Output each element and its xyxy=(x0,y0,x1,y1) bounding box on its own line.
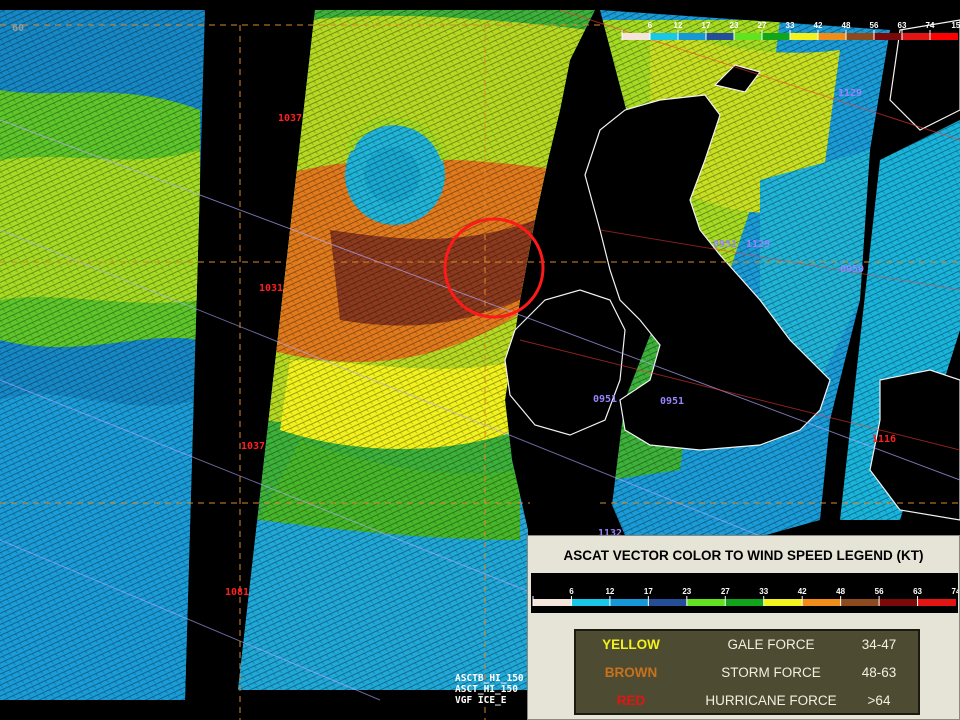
scale-color-segment xyxy=(902,33,930,40)
scale-color-segment xyxy=(846,33,874,40)
bottom-info-line: ASCTB_HI_150 xyxy=(455,673,524,684)
pressure-label-violet: 0951 xyxy=(713,239,737,250)
scale-tick-label: 23 xyxy=(682,587,691,596)
pressure-label-red: 1116 xyxy=(872,434,896,445)
pressure-label-violet: 0951 xyxy=(660,396,684,407)
scale-color-segment xyxy=(725,599,764,606)
scale-tick-label: 74 xyxy=(952,587,958,596)
scale-tick-label: 42 xyxy=(814,21,823,30)
pressure-label-red: 1037 xyxy=(278,113,302,124)
scale-color-segment xyxy=(648,599,687,606)
force-range: 34-47 xyxy=(861,637,897,652)
scale-tick-label: 56 xyxy=(870,21,879,30)
grid-corner-label: 60 xyxy=(12,23,24,34)
scale-tick-label: 27 xyxy=(721,587,730,596)
legend-title: ASCAT VECTOR COLOR TO WIND SPEED LEGEND … xyxy=(563,548,924,563)
scale-tick-label: 63 xyxy=(913,587,922,596)
force-color-name: BROWN xyxy=(604,665,658,680)
pressure-label-violet: 0951 xyxy=(593,394,617,405)
scale-color-segment xyxy=(840,599,880,606)
scale-tick-label: 17 xyxy=(644,587,653,596)
scale-color-segment xyxy=(678,33,706,40)
scale-tick-label: 23 xyxy=(730,21,739,30)
scale-tick-label: 12 xyxy=(605,587,614,596)
force-category-table: YELLOW GALE FORCE 34-47 BROWN STORM FORC… xyxy=(574,629,920,715)
force-description: GALE FORCE xyxy=(727,637,815,652)
scale-color-segment xyxy=(874,33,902,40)
scale-tick-label: 48 xyxy=(842,21,851,30)
scale-tick-label: 17 xyxy=(702,21,711,30)
scale-color-segment xyxy=(790,33,818,40)
scale-color-segment xyxy=(650,33,678,40)
bottom-info-line: VGF ICE_E xyxy=(455,695,507,706)
force-range: >64 xyxy=(867,693,891,708)
scale-tick-label: 56 xyxy=(875,587,884,596)
scale-tick-label: 63 xyxy=(898,21,907,30)
scale-tick-label: 27 xyxy=(758,21,767,30)
scale-color-segment xyxy=(802,599,841,606)
bottom-info-line: ASCT_HI_150 xyxy=(455,684,518,695)
pressure-label-violet: 0950 xyxy=(840,264,864,275)
scale-tick-label: 33 xyxy=(759,587,768,596)
scale-tick-label: 74 xyxy=(926,21,935,30)
west-swath xyxy=(0,10,205,700)
scale-color-segment xyxy=(706,33,734,40)
scale-tick-label: 6 xyxy=(648,21,653,30)
scale-tick-label: 150 xyxy=(951,21,960,30)
wind-speed-legend: ASCAT VECTOR COLOR TO WIND SPEED LEGEND … xyxy=(527,535,960,720)
pressure-label-violet: 1129 xyxy=(746,239,770,250)
scale-color-segment xyxy=(879,599,918,606)
force-description: HURRICANE FORCE xyxy=(705,693,837,708)
scale-color-segment xyxy=(734,33,762,40)
scale-color-segment xyxy=(763,599,803,606)
scale-tick-label: 6 xyxy=(569,587,574,596)
force-row-storm: BROWN STORM FORCE 48-63 xyxy=(576,659,918,687)
force-range: 48-63 xyxy=(861,665,897,680)
scale-color-segment xyxy=(622,33,650,40)
force-row-gale: YELLOW GALE FORCE 34-47 xyxy=(576,631,918,659)
force-row-hurricane: RED HURRICANE FORCE >64 xyxy=(576,687,918,715)
scale-color-segment xyxy=(571,599,610,606)
force-color-name: RED xyxy=(616,693,646,708)
scale-color-segment xyxy=(533,599,572,606)
force-description: STORM FORCE xyxy=(721,665,821,680)
scale-color-segment xyxy=(686,599,726,606)
pressure-label-violet: 1129 xyxy=(838,88,862,99)
scale-tick-label: 48 xyxy=(836,587,845,596)
scale-tick-label: 33 xyxy=(786,21,795,30)
scale-tick-label: 12 xyxy=(674,21,683,30)
scale-color-segment xyxy=(609,599,649,606)
scale-color-segment xyxy=(818,33,846,40)
scale-color-segment xyxy=(762,33,790,40)
scale-color-segment xyxy=(930,33,958,40)
legend-color-bar: 6 12 17 23 27 33 42 48 56 63 74 xyxy=(531,573,958,613)
scale-color-segment xyxy=(917,599,956,606)
force-color-name: YELLOW xyxy=(602,637,660,652)
pressure-label-red: 1081 xyxy=(225,587,249,598)
pressure-label-red: 1037 xyxy=(241,441,265,452)
pressure-label-red: 1031 xyxy=(259,283,283,294)
scale-tick-label: 42 xyxy=(798,587,807,596)
